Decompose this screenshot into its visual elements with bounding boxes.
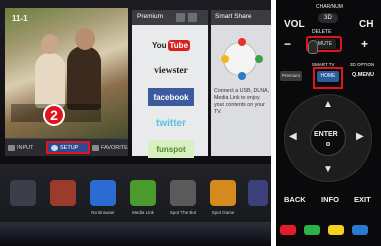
arrow-left-icon[interactable]: ◀ xyxy=(289,131,297,142)
pointer-hand-icon xyxy=(308,40,318,54)
dock-reflection xyxy=(0,222,271,246)
arrow-down-icon[interactable]: ▼ xyxy=(323,164,333,175)
dock-label: No Browser xyxy=(91,210,115,215)
yellow-button[interactable] xyxy=(328,225,344,235)
search-icon[interactable] xyxy=(10,180,36,206)
q-menu-button[interactable]: Q.MENU xyxy=(352,72,374,78)
dock-label: Media Link xyxy=(132,210,154,215)
app-icon[interactable] xyxy=(50,180,76,206)
favorite-button[interactable]: FAVORITE xyxy=(92,141,128,154)
smart-share-card[interactable]: Smart Share Connect a USB, DLNA, Media L… xyxy=(211,10,271,156)
facebook-app[interactable]: facebook xyxy=(148,88,194,106)
home-button[interactable]: HOME xyxy=(317,71,339,82)
premium-button[interactable]: Premium xyxy=(280,71,302,81)
premium-header: Premium xyxy=(132,10,208,25)
twitter-app[interactable]: twitter xyxy=(148,114,194,132)
smart-share-header: Smart Share xyxy=(211,10,271,25)
enter-label: ENTER xyxy=(314,131,338,138)
person-figure xyxy=(67,46,101,110)
channel-up-button[interactable]: + xyxy=(361,37,368,51)
favorite-label: FAVORITE xyxy=(101,144,128,151)
premium-card[interactable]: Premium You Tube viewster facebook twitt… xyxy=(132,10,208,158)
step-number-badge: 2 xyxy=(43,104,65,126)
live-tv-preview[interactable] xyxy=(5,8,128,143)
person-head xyxy=(75,28,95,50)
info-button[interactable]: INFO xyxy=(321,195,339,204)
3d-button[interactable]: 3D xyxy=(318,13,338,23)
arrow-up-icon[interactable]: ▲ xyxy=(323,99,333,110)
smart-share-description: Connect a USB, DLNA, Media Link to enjoy… xyxy=(214,88,270,115)
game-icon[interactable] xyxy=(210,180,236,206)
input-button[interactable]: INPUT xyxy=(8,141,34,154)
dot-icon xyxy=(255,55,263,63)
red-button[interactable] xyxy=(280,225,296,235)
delete-label: DELETE xyxy=(312,29,332,35)
channel-number: 11-1 xyxy=(12,14,28,23)
setup-label: SETUP xyxy=(60,144,79,151)
expand-icon[interactable] xyxy=(188,13,197,22)
channel-label: CH xyxy=(359,19,374,30)
wheel-icon xyxy=(326,142,330,146)
setup-button[interactable]: SETUP xyxy=(46,141,90,154)
app-icon[interactable] xyxy=(248,180,268,206)
media-link-icon[interactable] xyxy=(130,180,156,206)
dot-icon xyxy=(238,38,246,46)
remote-control: CHAR/NUM 3D VOL CH DELETE − + MUTE SMART… xyxy=(276,0,381,246)
arrow-right-icon[interactable]: ▶ xyxy=(356,131,364,142)
premium-title: Premium xyxy=(137,13,164,20)
input-label: INPUT xyxy=(17,144,34,151)
dock-label: Spot Game xyxy=(211,210,235,215)
dot-icon xyxy=(238,72,246,80)
volume-label: VOL xyxy=(284,19,305,30)
person-figure xyxy=(35,53,65,108)
game-icon[interactable] xyxy=(170,180,196,206)
viewster-app[interactable]: viewster xyxy=(148,62,194,80)
volume-down-button[interactable]: − xyxy=(284,37,291,51)
star-icon xyxy=(92,144,99,151)
green-button[interactable] xyxy=(304,225,320,235)
funspot-app[interactable]: funspot xyxy=(148,140,194,158)
blue-button[interactable] xyxy=(352,225,368,235)
settings-icon[interactable] xyxy=(176,13,185,22)
char-num-label: CHAR/NUM xyxy=(316,4,343,10)
youtube-logo-text: You xyxy=(151,40,167,50)
youtube-app[interactable]: You Tube xyxy=(148,36,194,54)
gear-icon xyxy=(51,144,58,151)
tv-home-screen: 11-1 INPUT SETUP FAVORITE 2 Premium You … xyxy=(0,0,271,246)
ok-button[interactable] xyxy=(310,120,346,156)
input-icon xyxy=(8,144,15,151)
back-button[interactable]: BACK xyxy=(284,195,306,204)
person-head xyxy=(41,34,59,54)
browser-icon[interactable] xyxy=(90,180,116,206)
youtube-logo-tube: Tube xyxy=(167,39,191,51)
3d-option-label: 3D OPTION xyxy=(350,62,375,67)
dot-icon xyxy=(221,55,229,63)
exit-button[interactable]: EXIT xyxy=(354,195,371,204)
dock-label: Spot The Bot xyxy=(169,210,197,215)
